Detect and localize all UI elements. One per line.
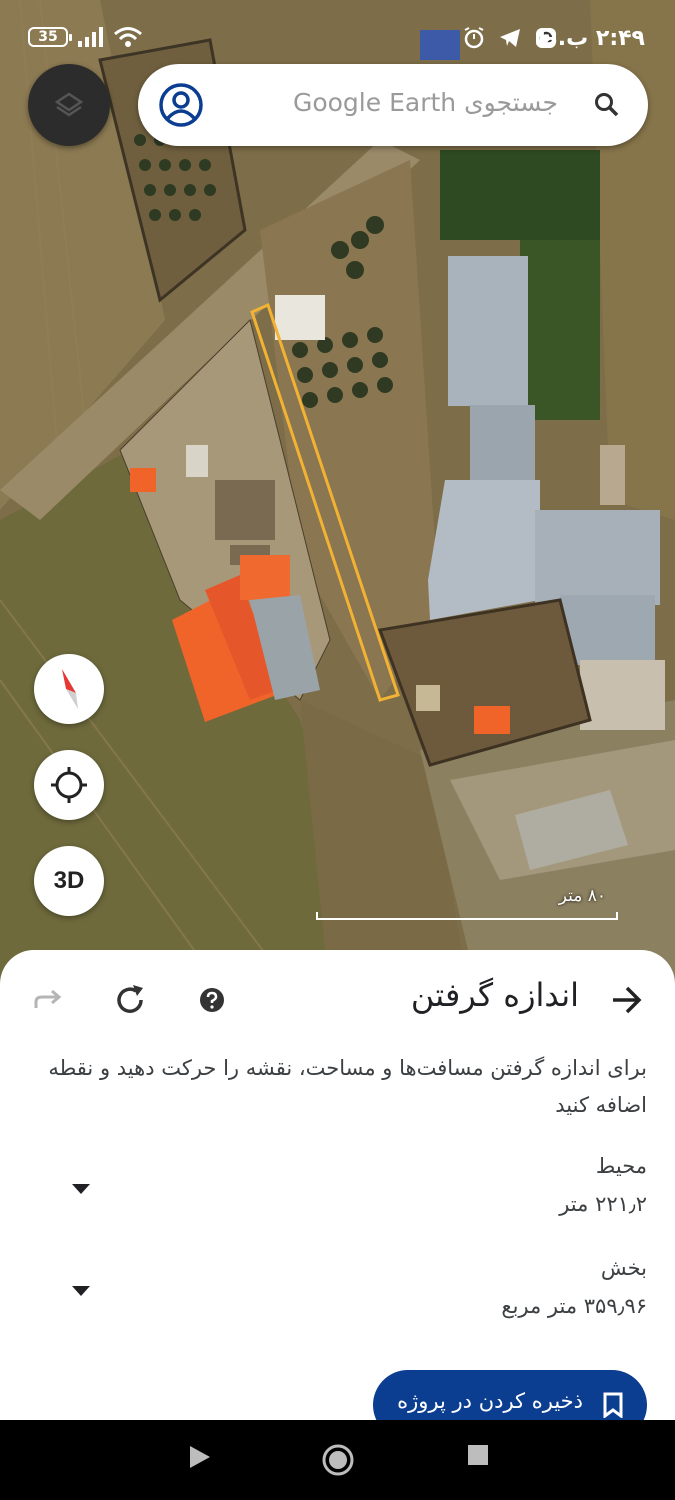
perimeter-label: محیط	[595, 1154, 647, 1178]
satellite-map[interactable]	[0, 0, 675, 1000]
account-icon[interactable]	[158, 82, 204, 128]
arrow-right-icon	[613, 986, 642, 1014]
undo-button[interactable]	[110, 980, 150, 1020]
measure-sheet: اندازه گرفتن برای اندازه گرفتن مسافت‌ها …	[0, 950, 675, 1420]
measure-toolbar: اندازه گرفتن	[0, 950, 675, 1050]
area-unit-dropdown-icon[interactable]	[72, 1286, 90, 1296]
save-to-project-label: ذخیره کردن در پروژه	[397, 1389, 583, 1413]
perimeter-unit-dropdown-icon[interactable]	[72, 1184, 90, 1194]
back-button[interactable]	[607, 980, 647, 1020]
save-to-project-button[interactable]: ذخیره کردن در پروژه	[373, 1370, 647, 1420]
help-icon	[200, 988, 224, 1012]
redo-icon	[34, 989, 62, 1008]
bookmark-icon	[603, 1392, 623, 1418]
compass-icon	[62, 669, 78, 709]
view-3d-button[interactable]: 3D	[34, 846, 104, 916]
telegram-icon	[500, 29, 520, 47]
system-nav-bar	[0, 1420, 675, 1500]
refresh-icon	[117, 985, 143, 1013]
scale-label: ۸۰ متر	[558, 886, 606, 906]
measure-description: برای اندازه گرفتن مسافت‌ها و مساحت، نقشه…	[48, 1056, 647, 1117]
perimeter-row[interactable]: محیط ۲۲۱٫۲ متر	[60, 1154, 647, 1224]
status-left-icons: 35	[28, 26, 142, 48]
wifi-icon	[114, 27, 142, 47]
status-time: ۲:۴۹ ب.ظ	[534, 26, 645, 51]
my-location-button[interactable]	[34, 750, 104, 820]
measure-title: اندازه گرفتن	[410, 976, 579, 1014]
signal-icon	[78, 27, 103, 47]
compass-button[interactable]	[34, 654, 104, 724]
search-placeholder[interactable]: جستجوی Google Earth	[293, 88, 558, 117]
layers-button[interactable]	[28, 64, 110, 146]
scale-bar	[316, 912, 618, 920]
search-bar[interactable]: جستجوی Google Earth	[138, 64, 648, 146]
help-button[interactable]	[192, 980, 232, 1020]
home-nav-icon[interactable]	[322, 1444, 354, 1476]
area-label: بخش	[600, 1256, 647, 1280]
crosshair-icon	[51, 767, 87, 803]
battery-icon: 35	[28, 27, 72, 47]
back-nav-icon[interactable]	[188, 1444, 212, 1470]
battery-level: 35	[38, 29, 58, 45]
search-icon[interactable]	[594, 92, 620, 118]
layers-icon	[54, 92, 84, 117]
area-value: ۳۵۹٫۹۶ متر مربع	[501, 1294, 647, 1318]
redo-button[interactable]	[28, 980, 68, 1020]
alarm-icon	[464, 27, 484, 49]
recents-nav-icon[interactable]	[467, 1444, 489, 1466]
area-row[interactable]: بخش ۳۵۹٫۹۶ متر مربع	[60, 1256, 647, 1326]
map-scale: ۸۰ متر	[316, 886, 618, 920]
satellite-imagery	[0, 0, 675, 1000]
perimeter-value: ۲۲۱٫۲ متر	[559, 1192, 647, 1216]
